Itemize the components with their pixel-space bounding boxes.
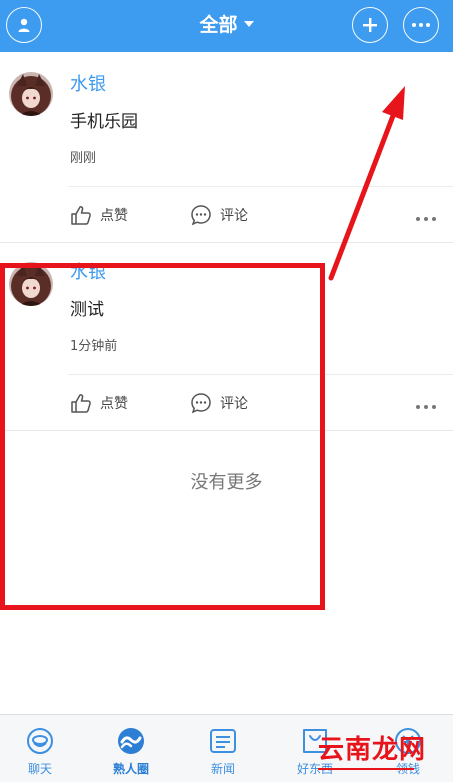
like-label: 点赞 (100, 208, 128, 224)
nav-item-news[interactable]: 新闻 (183, 715, 263, 782)
comment-label: 评论 (220, 208, 248, 224)
watermark: 云南龙网 (318, 735, 427, 765)
nav-item-moments[interactable]: 熟人圈 (91, 715, 171, 782)
thumbs-up-icon (71, 206, 91, 225)
author-name[interactable]: 水银 (70, 73, 106, 97)
add-post-button[interactable] (352, 7, 388, 43)
nav-label: 聊天 (27, 762, 52, 776)
caret-down-icon (243, 20, 254, 27)
post-timestamp: 刚刚 (70, 151, 97, 166)
post-content: 手机乐园 (70, 112, 138, 132)
like-button[interactable]: 点赞 (70, 203, 128, 227)
more-dots-icon (416, 217, 436, 221)
nav-item-chat[interactable]: 聊天 (0, 715, 80, 782)
post-item: 水银 手机乐园 刚刚 点赞 评论 (0, 55, 453, 243)
nav-label: 熟人圈 (112, 762, 149, 776)
news-icon (210, 729, 236, 753)
comment-button[interactable]: 评论 (190, 203, 248, 227)
comment-icon (191, 205, 211, 226)
post-more-button[interactable] (415, 395, 437, 414)
annotation-highlight-box (0, 263, 325, 610)
post-more-button[interactable] (415, 207, 437, 226)
top-bar: 全部 (0, 0, 453, 52)
chat-bubble-icon (27, 728, 53, 754)
more-dots-icon (416, 405, 436, 409)
plus-icon (363, 18, 377, 32)
divider (68, 186, 453, 187)
more-options-button[interactable] (403, 7, 439, 43)
page-title: 全部 (199, 14, 238, 36)
nav-label: 新闻 (210, 762, 235, 776)
moments-icon (118, 728, 144, 754)
watermark-underline (318, 768, 414, 770)
avatar[interactable] (9, 72, 53, 116)
more-icon (412, 23, 430, 27)
